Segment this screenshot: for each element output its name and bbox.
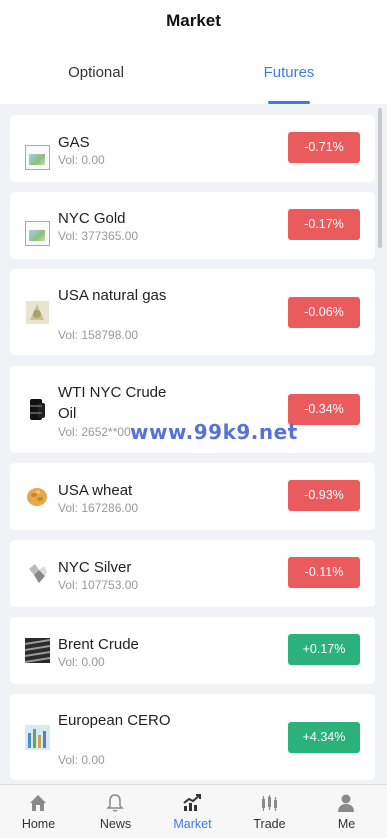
- list-item[interactable]: Brent Crude Vol: 0.00 +0.17%: [10, 617, 375, 684]
- item-name: GAS: [58, 134, 90, 151]
- item-volume: Vol: 0.00: [58, 753, 105, 767]
- nav-label: News: [99, 817, 132, 831]
- nav-me[interactable]: Me: [308, 785, 385, 838]
- list-item[interactable]: NYC Gold Vol: 377365.00 -0.17%: [10, 192, 375, 259]
- item-volume: Vol: 0.00: [58, 153, 105, 167]
- item-volume: Vol: 377365.00: [58, 229, 139, 243]
- item-volume: Vol: 158798.00: [58, 328, 139, 342]
- scrollbar[interactable]: [378, 108, 382, 248]
- item-name: NYC Gold: [58, 210, 126, 227]
- home-icon: [30, 795, 46, 811]
- bell-icon: [106, 794, 124, 812]
- tab-optional[interactable]: Optional: [31, 64, 161, 81]
- nav-label: Home: [21, 817, 56, 831]
- user-icon: [338, 794, 354, 812]
- nav-trade[interactable]: Trade: [231, 785, 308, 838]
- nav-home[interactable]: Home: [0, 785, 77, 838]
- change-badge[interactable]: +0.17%: [288, 634, 360, 665]
- natural-gas-icon: [25, 300, 50, 325]
- item-volume: Vol: 2652**00: [58, 425, 131, 439]
- list-item[interactable]: USA wheat Vol: 167286.00 -0.93%: [10, 463, 375, 530]
- change-badge[interactable]: -0.06%: [288, 297, 360, 328]
- list-item[interactable]: USA natural gas Vol: 158798.00 -0.06%: [10, 269, 375, 355]
- list-item[interactable]: NYC Silver Vol: 107753.00 -0.11%: [10, 540, 375, 607]
- cero-icon: [25, 725, 50, 750]
- nav-label: Trade: [253, 817, 286, 831]
- watermark: www.99k9.net: [130, 420, 298, 444]
- item-name: Brent Crude: [58, 636, 139, 653]
- broken-image-icon: [25, 145, 50, 170]
- chart-icon: [183, 794, 201, 811]
- nav-market[interactable]: Market: [154, 785, 231, 838]
- change-badge[interactable]: -0.93%: [288, 480, 360, 511]
- change-badge[interactable]: -0.34%: [288, 394, 360, 425]
- change-badge[interactable]: -0.11%: [288, 557, 360, 588]
- nav-news[interactable]: News: [77, 785, 154, 838]
- bottom-nav: Home News Market Trade Me: [0, 784, 387, 838]
- futures-list[interactable]: GAS Vol: 0.00 -0.71% NYC Gold Vol: 37736…: [0, 104, 387, 784]
- item-name: USA wheat: [58, 482, 133, 499]
- oil-barrel-icon: [25, 397, 50, 422]
- change-badge[interactable]: -0.71%: [288, 132, 360, 163]
- broken-image-icon: [25, 221, 50, 246]
- nav-label: Me: [337, 817, 356, 831]
- page-title: Market: [166, 11, 221, 30]
- item-volume: Vol: 167286.00: [58, 501, 139, 515]
- wheat-icon: [25, 484, 50, 509]
- item-name: NYC Silver: [58, 559, 132, 576]
- candlestick-icon: [262, 795, 277, 811]
- change-badge[interactable]: +4.34%: [288, 722, 360, 753]
- list-item[interactable]: European CERO Vol: 0.00 +4.34%: [10, 694, 375, 780]
- list-item[interactable]: GAS Vol: 0.00 -0.71%: [10, 115, 375, 182]
- item-name: European CERO: [58, 712, 171, 729]
- header: Market Optional Futures: [0, 0, 387, 104]
- brent-crude-icon: [24, 638, 51, 663]
- item-name: WTI NYC Crude Oil: [58, 384, 167, 422]
- silver-icon: [25, 561, 50, 586]
- item-volume: Vol: 107753.00: [58, 578, 139, 592]
- item-volume: Vol: 0.00: [58, 655, 105, 669]
- change-badge[interactable]: -0.17%: [288, 209, 360, 240]
- nav-label: Market: [173, 817, 212, 831]
- market-tabs: Optional Futures: [0, 56, 387, 104]
- item-name: USA natural gas: [58, 287, 167, 304]
- tab-futures[interactable]: Futures: [224, 64, 354, 81]
